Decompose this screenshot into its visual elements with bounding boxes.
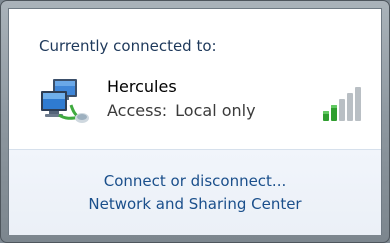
connected-header: Currently connected to: [39,37,217,55]
connection-panel: Currently connected to: Hercules Access:… [9,9,381,149]
signal-bar-4 [347,93,353,121]
network-flyout: Currently connected to: Hercules Access:… [8,8,382,235]
network-computers-icon [39,75,91,127]
signal-strength-icon [321,87,365,121]
network-access: Access: Local only [107,101,256,120]
network-and-sharing-center-link[interactable]: Network and Sharing Center [9,195,381,213]
links-panel: Connect or disconnect... Network and Sha… [9,149,381,235]
signal-bar-5 [355,87,361,121]
signal-bar-3 [339,99,345,121]
access-label: Access: [107,101,168,120]
network-flyout-frame: Currently connected to: Hercules Access:… [0,0,390,243]
network-name: Hercules [107,77,177,96]
connect-or-disconnect-link[interactable]: Connect or disconnect... [9,172,381,190]
access-value: Local only [175,101,256,120]
